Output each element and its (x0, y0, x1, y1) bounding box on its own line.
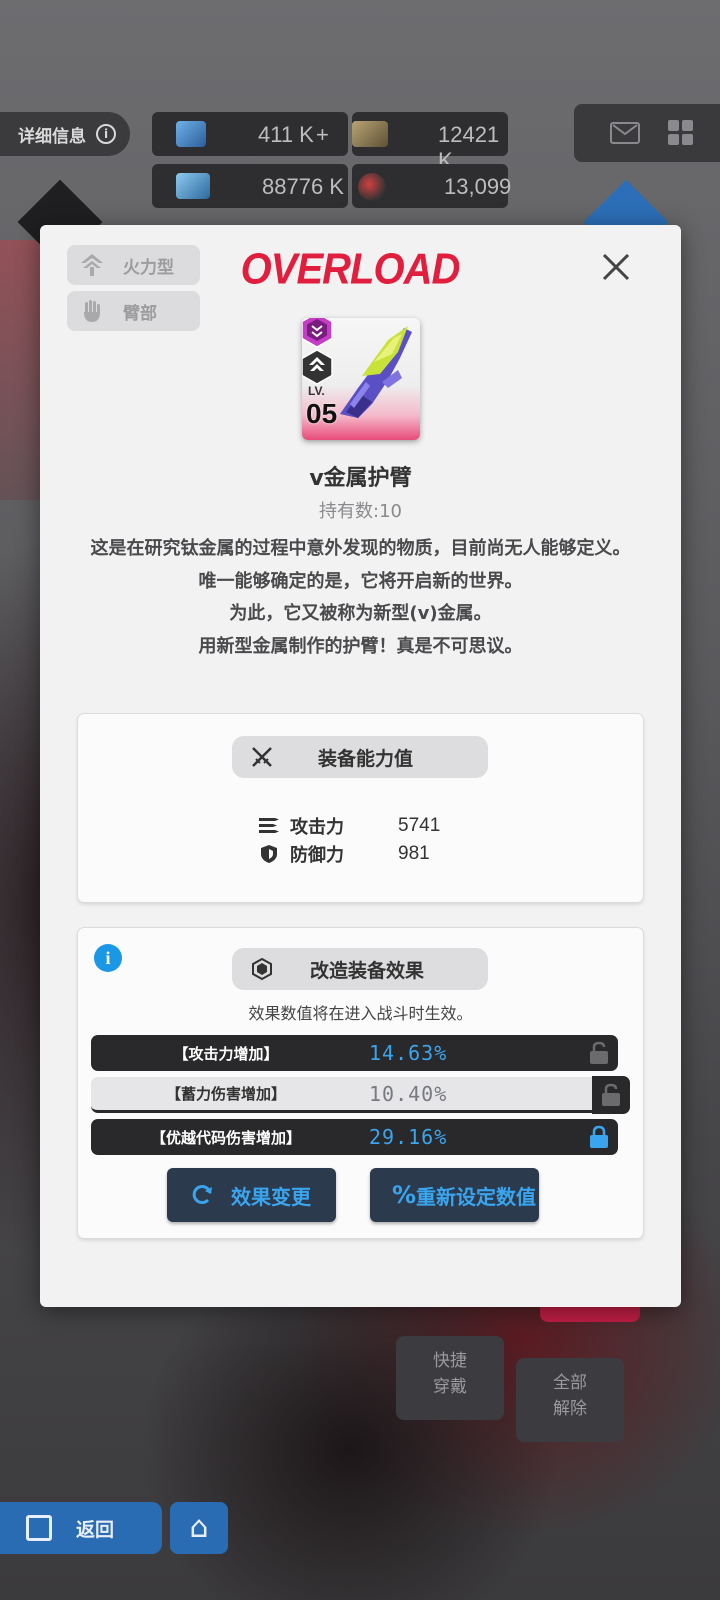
rarity-badge-icon (302, 318, 333, 348)
effect-value: 29.16% (369, 1125, 448, 1149)
arm-icon (84, 300, 100, 322)
back-button[interactable]: 返回 (0, 1502, 162, 1554)
item-card: LV. 05 (302, 318, 420, 440)
close-icon[interactable] (596, 247, 636, 287)
defense-shield-icon (261, 845, 277, 863)
unlocked-icon (602, 1083, 620, 1106)
effect-row[interactable]: 【蓄力伤害增加】 10.40% (91, 1076, 630, 1114)
type-tag: 火力型 (67, 245, 200, 285)
resource-crystal[interactable]: 411 K + (152, 112, 348, 156)
locked-icon[interactable] (588, 1125, 610, 1149)
lock-toggle[interactable] (592, 1076, 630, 1114)
equipment-detail-modal: 火力型 臂部 OVERLOAD LV. 05 v金属护臂 持有数:10 这是在研… (40, 225, 681, 1307)
quick-equip-button[interactable]: 快捷 穿戴 (396, 1336, 504, 1420)
type-tag-label: 火力型 (123, 257, 174, 278)
info-icon: i (96, 124, 116, 144)
stat-value: 5741 (398, 815, 441, 836)
resource-value: 88776 K (262, 174, 344, 199)
item-name: v金属护臂 (309, 466, 412, 491)
overload-logo: OVERLOAD (240, 244, 461, 294)
quick-equip-label: 快捷 穿戴 (433, 1351, 467, 1397)
hud-right-panel (574, 104, 720, 162)
detail-info-label: 详细信息 (18, 126, 86, 147)
effect-row[interactable]: 【攻击力增加】 14.63% (91, 1035, 618, 1071)
change-effect-button[interactable]: 效果变更 (167, 1168, 336, 1222)
stat-row-defense: 防御力 981 (258, 840, 478, 868)
reset-values-button[interactable]: % 重新设定数值 (370, 1168, 539, 1222)
level-value: 05 (306, 398, 338, 429)
resource-value: 411 K (258, 122, 314, 147)
resource-credit: 12421 K (352, 112, 508, 173)
effect-value: 10.40% (369, 1081, 448, 1106)
slot-tag-label: 臂部 (123, 303, 157, 324)
info-icon[interactable]: i (94, 944, 122, 972)
stat-label: 攻击力 (290, 817, 344, 838)
detail-info-button[interactable]: 详细信息 i (0, 112, 130, 156)
item-description: 这是在研究钛金属的过程中意外发现的物质，目前尚无人能够定义。 唯一能够确定的是，… (90, 538, 631, 657)
slot-tag: 臂部 (67, 291, 200, 331)
unequip-all-label: 全部 解除 (553, 1373, 587, 1419)
percent-icon: % (392, 1181, 417, 1209)
crystal-icon (176, 121, 206, 147)
effect-row[interactable]: 【优越代码伤害增加】 29.16% (91, 1119, 618, 1155)
effects-panel: i 改造装备效果 效果数值将在进入战斗时生效。 【攻击力增加】 14.63% 【… (78, 928, 643, 1238)
level-label: LV. (308, 384, 325, 398)
effects-panel-header: 改造装备效果 (232, 948, 488, 990)
exit-icon (26, 1515, 52, 1541)
firepower-type-icon (81, 254, 103, 276)
resource-value: 13,099 (444, 174, 512, 199)
effect-name: 【优越代码伤害增加】 (150, 1128, 301, 1147)
core-orb-icon (358, 173, 386, 201)
add-icon[interactable]: + (316, 122, 329, 148)
effect-name: 【蓄力伤害增加】 (165, 1085, 286, 1103)
cube-icon (252, 957, 272, 981)
grid-icon[interactable] (668, 120, 694, 146)
home-icon: ⌂ (189, 1510, 209, 1545)
module-icon (176, 173, 210, 199)
effects-panel-title: 改造装备效果 (310, 959, 425, 982)
resource-core: 13,099 (352, 164, 512, 208)
credit-card-icon (352, 121, 388, 147)
reset-values-label: 重新设定数值 (416, 1184, 537, 1209)
mail-icon[interactable] (610, 122, 640, 144)
stats-panel-title: 装备能力值 (318, 747, 414, 770)
attack-icon (259, 818, 279, 833)
effects-note: 效果数值将在进入战斗时生效。 (248, 1004, 473, 1023)
resource-module: 88776 K (152, 164, 348, 208)
refresh-icon (192, 1185, 212, 1205)
stat-row-attack: 攻击力 5741 (258, 812, 478, 840)
effect-value: 14.63% (369, 1041, 448, 1065)
stat-value: 981 (398, 843, 430, 864)
back-label: 返回 (76, 1518, 115, 1541)
background-decoration (0, 240, 40, 500)
item-count: 持有数:10 (319, 501, 402, 522)
home-button[interactable]: ⌂ (170, 1502, 228, 1554)
stats-panel-header: 装备能力值 (232, 736, 488, 778)
unequip-all-button[interactable]: 全部 解除 (516, 1358, 624, 1442)
effect-name: 【攻击力增加】 (173, 1044, 279, 1063)
unlocked-icon[interactable] (588, 1041, 610, 1065)
stat-label: 防御力 (290, 845, 344, 866)
manufacturer-badge-icon (302, 349, 333, 385)
change-effect-label: 效果变更 (231, 1184, 311, 1209)
stats-panel: 装备能力值 攻击力 5741 防御力 981 (78, 714, 643, 902)
crossed-swords-icon (252, 747, 272, 767)
